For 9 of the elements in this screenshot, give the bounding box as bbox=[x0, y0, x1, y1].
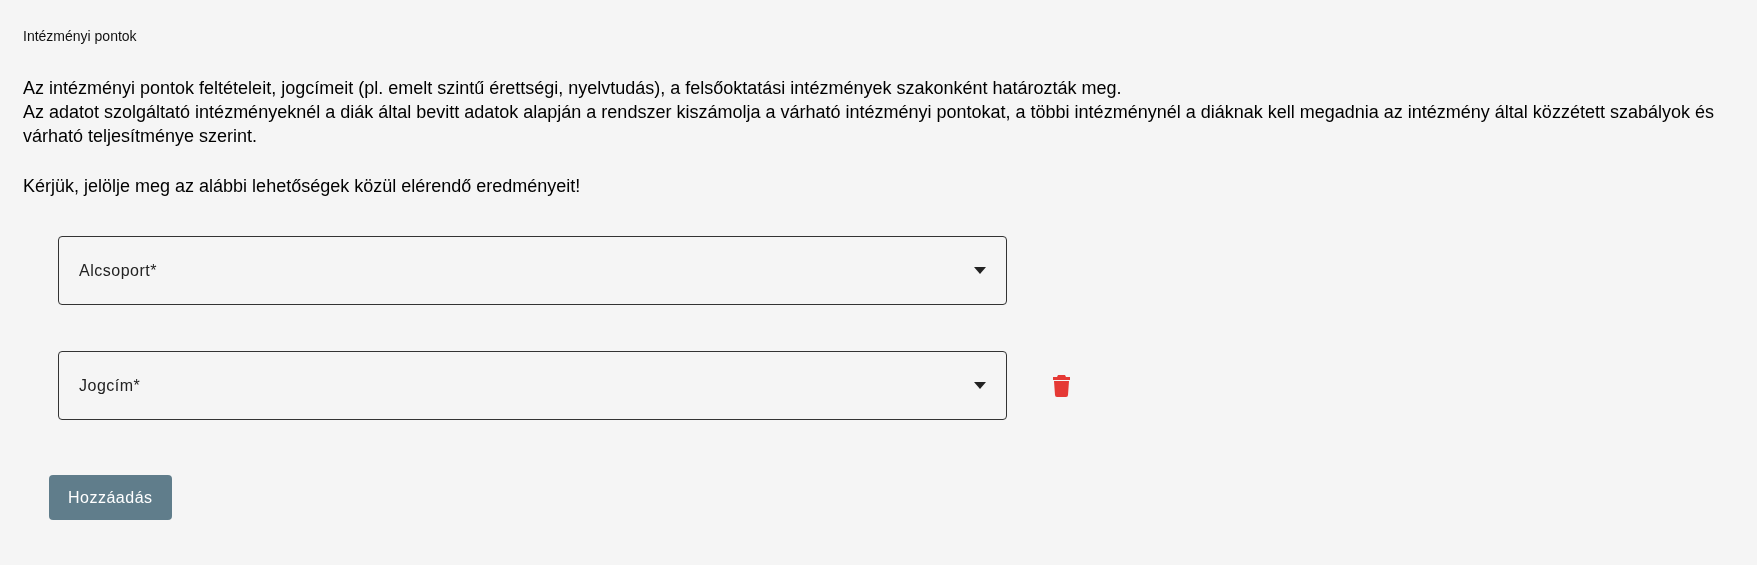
intro-paragraph: Az intézményi pontok feltételeit, jogcímeit (pl. emelt szintű érettségi, nyelvtudás), a felsőoktatási intézmények szakonként határozták meg. Az adatot szolgáltató intézményeknél a diák által bevitt adatok alapján a rendszer kiszámolja a várható intézményi pontokat, a többi intézménynél a diáknak kell megadnia az intézmény által közzétett szabályok és várható teljesítménye szerint. bbox=[23, 77, 1715, 148]
dropdown-field[interactable]: Alcsoport* bbox=[58, 236, 1007, 305]
instruction-text: Kérjük, jelölje meg az alábbi lehetőségek közül elérendő eredményeit! bbox=[23, 175, 582, 198]
trash-icon[interactable] bbox=[1053, 374, 1070, 397]
add-button[interactable]: Hozzáadás bbox=[49, 475, 172, 520]
caret-icon bbox=[974, 382, 986, 389]
dropdown-field[interactable]: Jogcím* bbox=[58, 351, 1007, 420]
caret-icon bbox=[974, 267, 986, 274]
section-title: Intézményi pontok bbox=[23, 28, 138, 44]
